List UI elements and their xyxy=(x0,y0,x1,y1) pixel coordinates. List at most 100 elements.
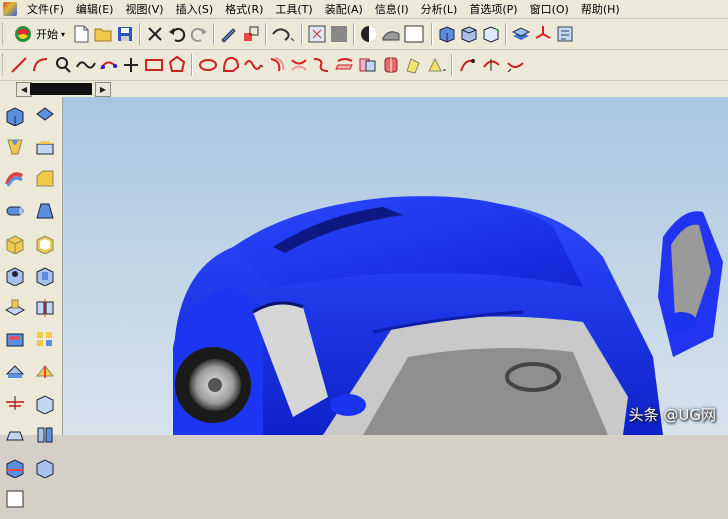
tube-button[interactable] xyxy=(3,199,27,223)
intersect-curve-button[interactable] xyxy=(357,53,379,77)
layer-button[interactable] xyxy=(511,22,531,46)
rib-icon xyxy=(35,365,55,378)
circle-button[interactable] xyxy=(53,53,73,77)
groove-button[interactable] xyxy=(3,359,27,383)
draft-button[interactable] xyxy=(33,199,57,223)
menu-info[interactable]: 信息(I) xyxy=(369,1,415,17)
render-style-button[interactable] xyxy=(359,22,379,46)
extract-curve-icon xyxy=(406,58,420,74)
split-body-button[interactable] xyxy=(33,423,57,447)
layers-icon xyxy=(511,27,531,40)
bridge-curve-button[interactable] xyxy=(289,53,309,77)
menu-file[interactable]: 文件(F) xyxy=(21,1,70,17)
surface-icon xyxy=(382,31,400,41)
section-curve-button[interactable] xyxy=(381,53,401,77)
scroll-thumb[interactable] xyxy=(30,83,92,95)
scroll-right-button[interactable]: ▶ xyxy=(95,82,111,97)
edge-blend-button[interactable] xyxy=(33,135,57,159)
pad-icon xyxy=(4,299,26,316)
pocket-button[interactable] xyxy=(3,423,27,447)
spline-button[interactable] xyxy=(75,53,97,77)
menu-analysis[interactable]: 分析(L) xyxy=(415,1,464,17)
extrude-button[interactable] xyxy=(3,103,27,127)
wrap-curve-button[interactable] xyxy=(425,53,447,77)
undo-button[interactable] xyxy=(167,22,187,46)
studio-spline-button[interactable] xyxy=(99,53,119,77)
project-curve-button[interactable] xyxy=(333,53,355,77)
rectangle-button[interactable] xyxy=(143,53,165,77)
transform-button[interactable] xyxy=(241,22,261,46)
helix-button[interactable] xyxy=(243,53,265,77)
extract-curve-button[interactable] xyxy=(403,53,423,77)
thicken-button[interactable] xyxy=(33,263,57,287)
line-icon xyxy=(11,57,27,73)
tube-icon xyxy=(6,206,24,216)
arc-icon xyxy=(33,58,48,72)
pad-button[interactable] xyxy=(3,295,27,319)
start-button[interactable]: 开始 ▾ xyxy=(9,22,69,46)
model-tree-button[interactable] xyxy=(555,22,575,46)
shell-button[interactable] xyxy=(33,231,57,255)
feature-sidebar xyxy=(0,97,63,508)
redo-button[interactable] xyxy=(189,22,209,46)
view-front-button[interactable] xyxy=(437,22,457,46)
menu-tools[interactable]: 工具(T) xyxy=(269,1,318,17)
ellipse-button[interactable] xyxy=(197,53,219,77)
shaded-view-button[interactable] xyxy=(329,22,349,46)
cube-view-icon xyxy=(461,26,477,43)
graphics-viewport[interactable]: 头条 @UG网 xyxy=(63,97,728,435)
line-button[interactable] xyxy=(9,53,29,77)
polygon-button[interactable] xyxy=(167,53,187,77)
hole-button[interactable] xyxy=(3,263,27,287)
toolbar-grip[interactable] xyxy=(2,54,6,76)
curve-length-button[interactable] xyxy=(457,53,479,77)
divide-curve-button[interactable] xyxy=(505,53,527,77)
menu-insert[interactable]: 插入(S) xyxy=(170,1,220,17)
offset-curve-button[interactable] xyxy=(267,53,287,77)
menu-preferences[interactable]: 首选项(P) xyxy=(463,1,523,17)
point-button[interactable] xyxy=(121,53,141,77)
solid-shape-button[interactable] xyxy=(33,103,57,127)
new-file-button[interactable] xyxy=(71,22,91,46)
rib-button[interactable] xyxy=(33,359,57,383)
menu-format[interactable]: 格式(R) xyxy=(219,1,269,17)
menu-assembly[interactable]: 装配(A) xyxy=(319,1,369,17)
open-file-button[interactable] xyxy=(93,22,113,46)
general-conic-button[interactable] xyxy=(221,53,241,77)
sew-button[interactable] xyxy=(33,391,57,415)
cut-button[interactable] xyxy=(145,22,165,46)
menu-help[interactable]: 帮助(H) xyxy=(575,1,626,17)
curve-edit-icon xyxy=(460,59,475,72)
chamfer-button[interactable] xyxy=(33,167,57,191)
revolve-button[interactable] xyxy=(3,135,27,159)
slot-button[interactable] xyxy=(3,327,27,351)
fit-view-button[interactable] xyxy=(307,22,327,46)
menu-edit[interactable]: 编辑(E) xyxy=(70,1,120,17)
wrap-curve-icon xyxy=(428,57,446,72)
edit-tool-button[interactable] xyxy=(219,22,239,46)
background-icon xyxy=(404,25,424,43)
selection-filter-button[interactable] xyxy=(271,22,297,46)
replace-face-button[interactable] xyxy=(33,455,57,479)
offset-face-button[interactable] xyxy=(3,391,27,415)
arc-button[interactable] xyxy=(31,53,51,77)
wcs-button[interactable] xyxy=(533,22,553,46)
sweep-button[interactable] xyxy=(3,167,27,191)
menu-view[interactable]: 视图(V) xyxy=(119,1,169,17)
save-button[interactable] xyxy=(115,22,135,46)
pattern-button[interactable] xyxy=(33,327,57,351)
menu-window[interactable]: 窗口(O) xyxy=(524,1,575,17)
join-curve-icon xyxy=(313,58,329,72)
face-analysis-button[interactable] xyxy=(381,22,401,46)
background-button[interactable] xyxy=(403,22,427,46)
trim-body-button[interactable] xyxy=(3,455,27,479)
view-right-button[interactable] xyxy=(459,22,479,46)
trim-curve-button[interactable] xyxy=(481,53,503,77)
join-curve-button[interactable] xyxy=(311,53,331,77)
toolbar-grip[interactable] xyxy=(2,23,6,45)
block-button[interactable] xyxy=(3,231,27,255)
sheet-button[interactable] xyxy=(3,487,27,511)
view-iso-button[interactable] xyxy=(481,22,501,46)
car-model[interactable] xyxy=(63,97,728,435)
mirror-button[interactable] xyxy=(33,295,57,319)
